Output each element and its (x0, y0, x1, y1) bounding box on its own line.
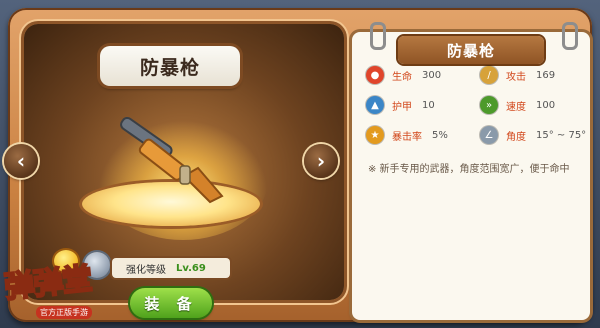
logo-title: 弹弹堂 (2, 261, 94, 307)
weapon-name-plate: 防暴枪 (100, 46, 240, 86)
enhance-level-label: 强化等级 (126, 264, 166, 276)
crit-star-icon: ★ (366, 126, 384, 144)
next-weapon-button[interactable]: › (304, 144, 338, 178)
equip-button-label: 装 备 (144, 294, 198, 313)
enhance-level-bar: 强化等级 Lv.69 (112, 258, 230, 278)
stat-speed: » 速度 100 (480, 96, 555, 114)
weapon-info-card: 防暴枪 ● 生命 300 / 攻击 169 ▲ 护甲 10 » 速度 100 ★… (352, 22, 590, 320)
stat-attack: / 攻击 169 (480, 66, 555, 84)
logo-subtitle: 官方正版手游 (36, 306, 92, 319)
life-drop-icon: ● (366, 66, 384, 84)
stat-armor: ▲ 护甲 10 (366, 96, 435, 114)
binder-ring-icon (370, 22, 386, 50)
chevron-left-icon: ‹ (16, 149, 26, 173)
game-scene: 防暴枪 ‹ › 强化等级 Lv.69 装 备 弹弹堂 官方正版手游 防暴枪 ● (0, 0, 600, 328)
speed-boot-icon: » (480, 96, 498, 114)
stat-angle: ∠ 角度 15° ~ 75° (480, 126, 586, 144)
attack-pencil-icon: / (480, 66, 498, 84)
riot-gun-icon (120, 116, 224, 204)
prev-weapon-button[interactable]: ‹ (4, 144, 38, 178)
info-card-title: 防暴枪 (398, 36, 544, 64)
angle-icon: ∠ (480, 126, 498, 144)
stat-life: ● 生命 300 (366, 66, 441, 84)
weapon-description: ※ 新手专用的武器，角度范围宽广，便于命中 (368, 164, 570, 175)
armor-icon: ▲ (366, 96, 384, 114)
binder-ring-icon (562, 22, 578, 50)
info-card-title-text: 防暴枪 (446, 41, 495, 60)
game-logo: 弹弹堂 官方正版手游 (0, 250, 120, 328)
weapon-name: 防暴枪 (139, 56, 200, 79)
chevron-right-icon: › (316, 149, 326, 173)
enhance-level-value: Lv.69 (176, 262, 206, 274)
stat-crit: ★ 暴击率 5% (366, 126, 448, 144)
equip-button[interactable]: 装 备 (130, 288, 212, 318)
